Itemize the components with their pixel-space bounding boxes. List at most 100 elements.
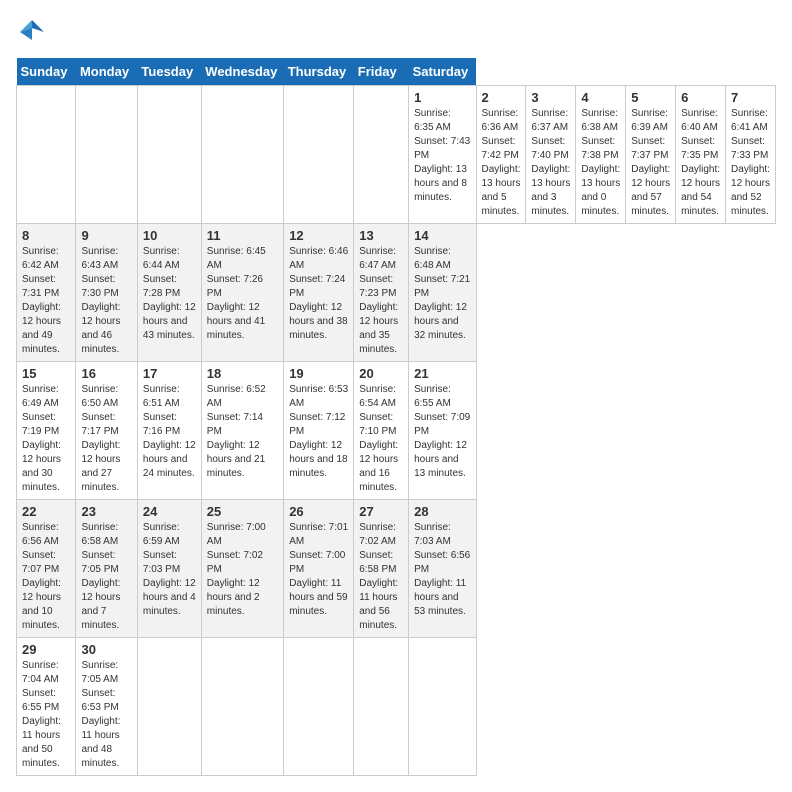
calendar-cell [409, 638, 476, 776]
day-number: 9 [81, 228, 131, 243]
day-info: Sunrise: 6:58 AMSunset: 7:05 PMDaylight:… [81, 521, 131, 633]
day-number: 1 [414, 90, 470, 105]
day-info: Sunrise: 6:52 AMSunset: 7:14 PMDaylight:… [207, 383, 278, 481]
day-number: 7 [731, 90, 770, 105]
calendar-cell: 26 Sunrise: 7:01 AMSunset: 7:00 PMDayligh… [284, 500, 354, 638]
day-number: 24 [143, 504, 196, 519]
day-info: Sunrise: 6:37 AMSunset: 7:40 PMDaylight:… [531, 107, 570, 219]
day-info: Sunrise: 6:50 AMSunset: 7:17 PMDaylight:… [81, 383, 131, 495]
calendar-cell: 10 Sunrise: 6:44 AMSunset: 7:28 PMDayligh… [137, 224, 201, 362]
calendar-cell: 30Sunrise: 7:05 AMSunset: 6:53 PMDayligh… [76, 638, 137, 776]
weekday-header-friday: Friday [354, 58, 409, 86]
calendar-cell: 20 Sunrise: 6:54 AMSunset: 7:10 PMDayligh… [354, 362, 409, 500]
calendar-cell: 16 Sunrise: 6:50 AMSunset: 7:17 PMDayligh… [76, 362, 137, 500]
calendar-cell [354, 638, 409, 776]
day-info: Sunrise: 6:40 AMSunset: 7:35 PMDaylight:… [681, 107, 720, 219]
calendar-cell: 19 Sunrise: 6:53 AMSunset: 7:12 PMDayligh… [284, 362, 354, 500]
day-number: 8 [22, 228, 70, 243]
day-number: 2 [482, 90, 521, 105]
calendar-cell [76, 86, 137, 224]
day-info: Sunrise: 6:49 AMSunset: 7:19 PMDaylight:… [22, 383, 70, 495]
day-number: 23 [81, 504, 131, 519]
day-info: Sunrise: 7:05 AMSunset: 6:53 PMDaylight:… [81, 659, 131, 771]
calendar-cell: 11 Sunrise: 6:45 AMSunset: 7:26 PMDayligh… [201, 224, 283, 362]
day-number: 16 [81, 366, 131, 381]
week-row-3: 15 Sunrise: 6:49 AMSunset: 7:19 PMDayligh… [17, 362, 776, 500]
calendar-cell [137, 638, 201, 776]
calendar-cell [17, 86, 76, 224]
day-number: 20 [359, 366, 403, 381]
calendar-cell: 29 Sunrise: 7:04 AMSunset: 6:55 PMDayligh… [17, 638, 76, 776]
day-number: 26 [289, 504, 348, 519]
day-number: 21 [414, 366, 470, 381]
day-number: 5 [631, 90, 670, 105]
day-info: Sunrise: 7:02 AMSunset: 6:58 PMDaylight:… [359, 521, 403, 633]
day-number: 6 [681, 90, 720, 105]
day-number: 11 [207, 228, 278, 243]
calendar-cell: 21 Sunrise: 6:55 AMSunset: 7:09 PMDayligh… [409, 362, 476, 500]
day-number: 17 [143, 366, 196, 381]
calendar-cell: 15 Sunrise: 6:49 AMSunset: 7:19 PMDayligh… [17, 362, 76, 500]
day-info: Sunrise: 6:44 AMSunset: 7:28 PMDaylight:… [143, 245, 196, 343]
calendar-cell: 6 Sunrise: 6:40 AMSunset: 7:35 PMDaylight… [676, 86, 726, 224]
day-info: Sunrise: 6:46 AMSunset: 7:24 PMDaylight:… [289, 245, 348, 343]
day-info: Sunrise: 7:00 AMSunset: 7:02 PMDaylight:… [207, 521, 278, 619]
day-number: 10 [143, 228, 196, 243]
day-info: Sunrise: 6:56 AMSunset: 7:07 PMDaylight:… [22, 521, 70, 633]
calendar-cell: 4Sunrise: 6:38 AMSunset: 7:38 PMDaylight… [576, 86, 626, 224]
calendar-cell: 22Sunrise: 6:56 AMSunset: 7:07 PMDayligh… [17, 500, 76, 638]
day-number: 4 [581, 90, 620, 105]
calendar-cell: 27 Sunrise: 7:02 AMSunset: 6:58 PMDayligh… [354, 500, 409, 638]
calendar-cell: 18 Sunrise: 6:52 AMSunset: 7:14 PMDayligh… [201, 362, 283, 500]
day-info: Sunrise: 6:39 AMSunset: 7:37 PMDaylight:… [631, 107, 670, 219]
calendar-table: SundayMondayTuesdayWednesdayThursdayFrid… [16, 58, 776, 776]
day-info: Sunrise: 6:51 AMSunset: 7:16 PMDaylight:… [143, 383, 196, 481]
calendar-cell: 9 Sunrise: 6:43 AMSunset: 7:30 PMDaylight… [76, 224, 137, 362]
weekday-header-tuesday: Tuesday [137, 58, 201, 86]
day-info: Sunrise: 6:55 AMSunset: 7:09 PMDaylight:… [414, 383, 470, 481]
calendar-cell: 17 Sunrise: 6:51 AMSunset: 7:16 PMDayligh… [137, 362, 201, 500]
day-info: Sunrise: 7:04 AMSunset: 6:55 PMDaylight:… [22, 659, 70, 771]
calendar-cell: 23 Sunrise: 6:58 AMSunset: 7:05 PMDayligh… [76, 500, 137, 638]
calendar-cell: 1Sunrise: 6:35 AMSunset: 7:43 PMDaylight… [409, 86, 476, 224]
header [16, 16, 776, 48]
calendar-cell: 5 Sunrise: 6:39 AMSunset: 7:37 PMDaylight… [626, 86, 676, 224]
day-number: 19 [289, 366, 348, 381]
calendar-cell: 28 Sunrise: 7:03 AMSunset: 6:56 PMDayligh… [409, 500, 476, 638]
day-number: 27 [359, 504, 403, 519]
page-container: SundayMondayTuesdayWednesdayThursdayFrid… [16, 16, 776, 776]
weekday-header-wednesday: Wednesday [201, 58, 283, 86]
day-number: 14 [414, 228, 470, 243]
day-info: Sunrise: 6:43 AMSunset: 7:30 PMDaylight:… [81, 245, 131, 357]
calendar-cell [201, 638, 283, 776]
day-number: 3 [531, 90, 570, 105]
day-number: 12 [289, 228, 348, 243]
calendar-cell: 3 Sunrise: 6:37 AMSunset: 7:40 PMDaylight… [526, 86, 576, 224]
weekday-header-monday: Monday [76, 58, 137, 86]
day-info: Sunrise: 7:03 AMSunset: 6:56 PMDaylight:… [414, 521, 470, 619]
logo-icon [16, 16, 48, 48]
calendar-cell [201, 86, 283, 224]
day-number: 25 [207, 504, 278, 519]
calendar-cell: 7Sunrise: 6:41 AMSunset: 7:33 PMDaylight… [726, 86, 776, 224]
day-number: 29 [22, 642, 70, 657]
day-number: 28 [414, 504, 470, 519]
day-info: Sunrise: 6:45 AMSunset: 7:26 PMDaylight:… [207, 245, 278, 343]
calendar-cell: 25 Sunrise: 7:00 AMSunset: 7:02 PMDayligh… [201, 500, 283, 638]
weekday-header-saturday: Saturday [409, 58, 476, 86]
day-info: Sunrise: 7:01 AMSunset: 7:00 PMDaylight:… [289, 521, 348, 619]
calendar-cell [137, 86, 201, 224]
day-info: Sunrise: 6:47 AMSunset: 7:23 PMDaylight:… [359, 245, 403, 357]
day-info: Sunrise: 6:54 AMSunset: 7:10 PMDaylight:… [359, 383, 403, 495]
day-info: Sunrise: 6:59 AMSunset: 7:03 PMDaylight:… [143, 521, 196, 619]
weekday-header-row: SundayMondayTuesdayWednesdayThursdayFrid… [17, 58, 776, 86]
week-row-1: 1Sunrise: 6:35 AMSunset: 7:43 PMDaylight… [17, 86, 776, 224]
calendar-cell: 8 Sunrise: 6:42 AMSunset: 7:31 PMDaylight… [17, 224, 76, 362]
day-info: Sunrise: 6:42 AMSunset: 7:31 PMDaylight:… [22, 245, 70, 357]
day-number: 18 [207, 366, 278, 381]
week-row-5: 29 Sunrise: 7:04 AMSunset: 6:55 PMDayligh… [17, 638, 776, 776]
day-number: 15 [22, 366, 70, 381]
calendar-cell: 14Sunrise: 6:48 AMSunset: 7:21 PMDayligh… [409, 224, 476, 362]
day-info: Sunrise: 6:53 AMSunset: 7:12 PMDaylight:… [289, 383, 348, 481]
calendar-cell: 12 Sunrise: 6:46 AMSunset: 7:24 PMDayligh… [284, 224, 354, 362]
